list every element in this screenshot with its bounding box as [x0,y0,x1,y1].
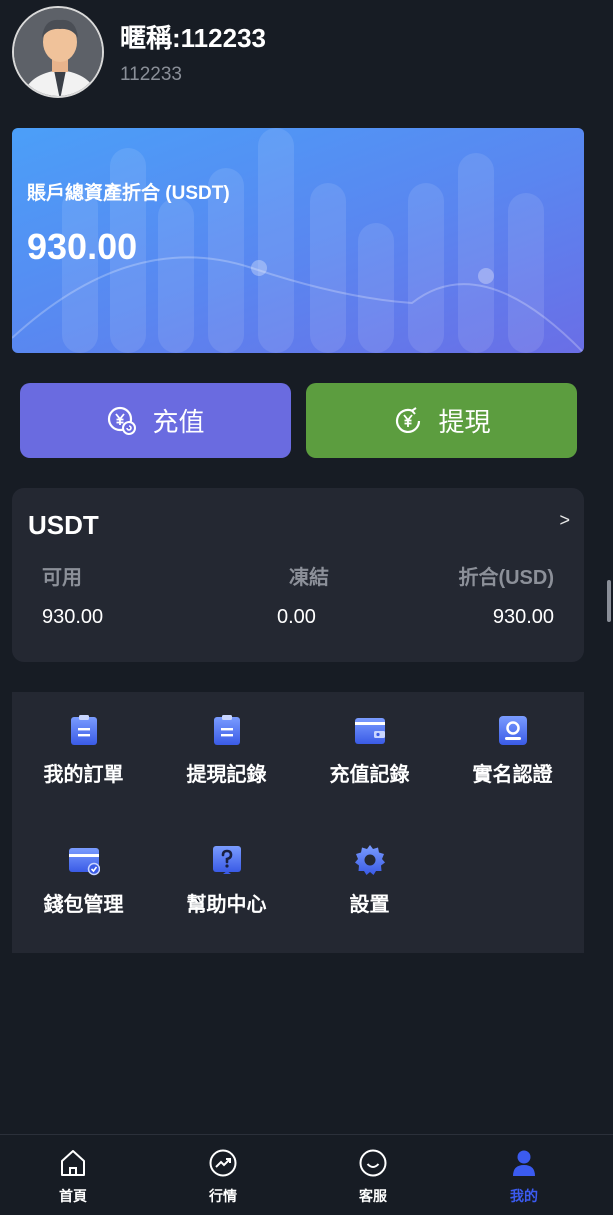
balance-value: 930.00 [27,226,138,267]
usdt-title: USDT [28,510,99,540]
menu-item-identity-verification[interactable]: 實名認證 [441,692,584,802]
balance-card: 賬戶總資產折合 (USDT) 930.00 [12,128,584,353]
id-card-icon [497,714,529,746]
usdt-asset-card[interactable]: USDT > 可用 凍結 折合(USD) 930.00 0.00 930.00 [12,488,584,662]
home-icon [58,1148,88,1178]
menu-label: 提現記錄 [186,764,267,786]
profile-header: 暱稱:112233 112233 [0,0,613,110]
withdraw-button[interactable]: 提現 [306,383,577,458]
nickname: 暱稱:112233 [120,23,266,53]
menu-grid: 我的訂單 提現記錄 充值記錄 實名認證 錢包管理 幫助中心 設置 [12,692,584,953]
user-avatar-icon[interactable] [12,6,104,98]
card-icon [68,844,101,876]
user-icon [509,1148,539,1178]
deposit-label: 充值 [152,407,205,437]
frozen-header: 凍結 [289,567,329,589]
tab-label: 我的 [510,1188,538,1204]
balance-label: 賬戶總資產折合 (USDT) [27,183,230,204]
menu-item-withdraw-records[interactable]: 提現記錄 [155,692,298,802]
user-id: 112233 [120,64,182,85]
converted-header: 折合(USD) [458,567,554,589]
menu-label: 錢包管理 [43,894,124,916]
tab-mine[interactable]: 我的 [449,1135,599,1215]
available-header: 可用 [42,567,82,589]
menu-item-my-orders[interactable]: 我的訂單 [12,692,155,802]
menu-item-settings[interactable]: 設置 [298,822,441,932]
menu-label: 充值記錄 [329,764,410,786]
tab-label: 客服 [359,1188,387,1204]
clipboard-icon [68,714,100,746]
clipboard-icon [211,714,243,746]
converted-value: 930.00 [492,606,554,628]
wallet-icon [354,714,386,746]
scrollbar-thumb[interactable] [607,580,611,622]
menu-label: 設置 [349,894,390,916]
tab-market[interactable]: 行情 [148,1135,298,1215]
frozen-value: 0.00 [277,606,316,628]
menu-item-wallet-management[interactable]: 錢包管理 [12,822,155,932]
menu-item-help-center[interactable]: 幫助中心 [155,822,298,932]
deposit-yen-icon [106,405,138,437]
available-value: 930.00 [42,606,104,628]
menu-label: 我的訂單 [43,764,124,786]
tab-home[interactable]: 首頁 [0,1135,148,1215]
tab-customer-service[interactable]: 客服 [298,1135,448,1215]
menu-label: 實名認證 [472,764,553,786]
withdraw-label: 提現 [438,407,491,437]
chart-icon [208,1148,238,1178]
smile-icon [358,1148,388,1178]
tab-label: 行情 [209,1188,237,1204]
bottom-tab-bar: 首頁 行情 客服 我的 [0,1134,613,1215]
menu-label: 幫助中心 [186,894,267,916]
tab-label: 首頁 [59,1188,87,1204]
deposit-button[interactable]: 充值 [20,383,291,458]
menu-item-deposit-records[interactable]: 充值記錄 [298,692,441,802]
question-icon [211,844,243,876]
gear-icon [354,844,386,876]
chevron-right-icon[interactable]: > [559,510,570,531]
withdraw-yen-icon [392,405,424,437]
